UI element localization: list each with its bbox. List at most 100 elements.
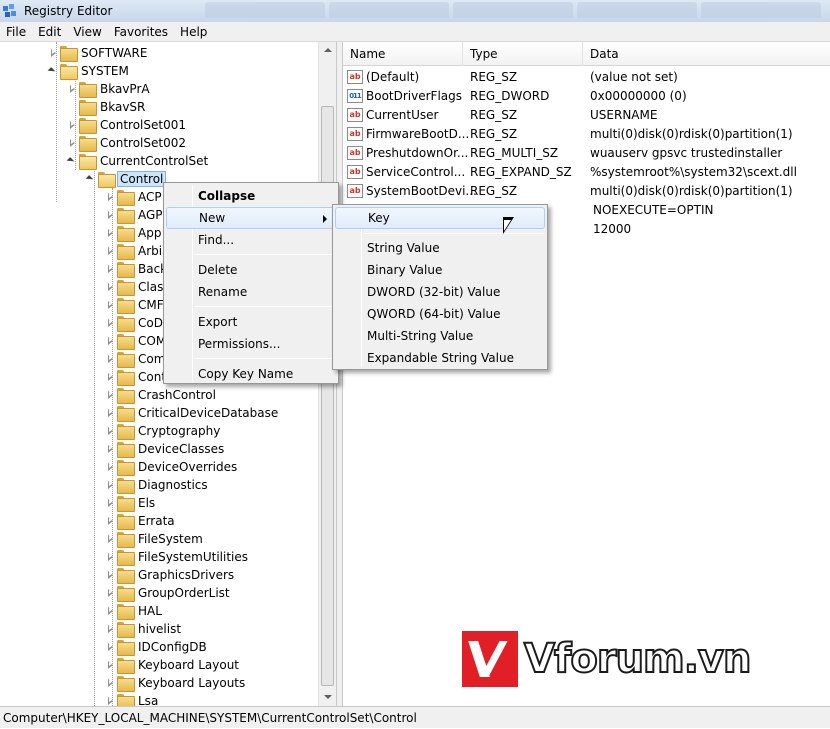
tree-item-subkey[interactable]: Els <box>105 494 157 512</box>
expand-arrow-icon[interactable] <box>105 332 115 350</box>
menu-view[interactable]: View <box>67 25 107 39</box>
column-header-type[interactable]: Type <box>463 42 583 66</box>
menu-item-rename[interactable]: Rename <box>166 281 336 303</box>
menu-help[interactable]: Help <box>174 25 213 39</box>
expand-arrow-icon[interactable] <box>105 548 115 566</box>
tree-item-subkey[interactable]: HAL <box>105 602 164 620</box>
tree-item-controlset002[interactable]: ControlSet002 <box>67 134 188 152</box>
submenu-item-expandable-string-value[interactable]: Expandable String Value <box>335 347 545 369</box>
expand-arrow-icon[interactable] <box>105 656 115 674</box>
submenu-item-string-value[interactable]: String Value <box>335 237 545 259</box>
expand-arrow-icon[interactable] <box>105 638 115 656</box>
value-row[interactable]: 011 BootDriverFlags REG_DWORD 0x00000000 (0… <box>343 87 830 106</box>
tree-item-subkey[interactable]: GraphicsDrivers <box>105 566 236 584</box>
expand-arrow-icon[interactable] <box>48 44 58 62</box>
tree-item-subkey[interactable]: IDConfigDB <box>105 638 209 656</box>
tree-item-bkavsr[interactable]: BkavSR <box>67 98 147 116</box>
collapse-arrow-icon[interactable] <box>86 170 96 188</box>
tree-item-subkey[interactable]: Diagnostics <box>105 476 210 494</box>
scroll-up-arrow-icon[interactable] <box>319 42 336 59</box>
expand-arrow-icon[interactable] <box>105 314 115 332</box>
tree-item-subkey[interactable]: GroupOrderList <box>105 584 232 602</box>
tree-item-control[interactable]: Control <box>86 170 167 188</box>
tree-item-subkey[interactable]: Keyboard Layouts <box>105 674 247 692</box>
tree-item-subkey[interactable]: Cryptography <box>105 422 222 440</box>
expand-arrow-icon[interactable] <box>67 134 77 152</box>
menu-edit[interactable]: Edit <box>32 25 67 39</box>
expand-arrow-icon[interactable] <box>105 224 115 242</box>
tree-item-subkey[interactable]: hivelist <box>105 620 183 638</box>
tree-item-subkey[interactable]: COM <box>105 332 168 350</box>
tree-item-subkey[interactable]: CrashControl <box>105 386 218 404</box>
tree-item-subkey[interactable]: CMF <box>105 296 166 314</box>
menu-item-new[interactable]: New <box>166 207 336 229</box>
expand-arrow-icon[interactable] <box>105 422 115 440</box>
tree-item-subkey[interactable]: FileSystemUtilities <box>105 548 250 566</box>
tree-item-subkey[interactable]: App <box>105 224 163 242</box>
expand-arrow-icon[interactable] <box>105 206 115 224</box>
submenu-item-qword-value[interactable]: QWORD (64-bit) Value <box>335 303 545 325</box>
scroll-down-arrow-icon[interactable] <box>319 689 336 706</box>
expand-arrow-icon[interactable] <box>105 602 115 620</box>
submenu-item-dword-value[interactable]: DWORD (32-bit) Value <box>335 281 545 303</box>
menu-item-find[interactable]: Find... <box>166 229 336 251</box>
tree-item-subkey[interactable]: DeviceClasses <box>105 440 226 458</box>
expand-arrow-icon[interactable] <box>105 188 115 206</box>
expand-arrow-icon[interactable] <box>105 350 115 368</box>
value-row[interactable]: ab CurrentUser REG_SZ USERNAME <box>343 106 830 125</box>
tree-item-subkey[interactable]: FileSystem <box>105 530 205 548</box>
menu-file[interactable]: File <box>0 25 32 39</box>
expand-arrow-icon[interactable] <box>105 458 115 476</box>
menu-item-collapse[interactable]: Collapse <box>166 185 336 207</box>
expand-arrow-icon[interactable] <box>67 80 77 98</box>
value-row[interactable]: ab SystemBootDevi... REG_SZ multi(0)disk(0)… <box>343 182 830 201</box>
expand-arrow-icon[interactable] <box>105 512 115 530</box>
expand-arrow-icon[interactable] <box>105 674 115 692</box>
expand-arrow-icon[interactable] <box>105 584 115 602</box>
expand-arrow-icon[interactable] <box>105 692 115 706</box>
tree-item-subkey[interactable]: Errata <box>105 512 177 530</box>
submenu-item-binary-value[interactable]: Binary Value <box>335 259 545 281</box>
tree-item-subkey[interactable]: ACP <box>105 188 164 206</box>
expand-arrow-icon[interactable] <box>105 476 115 494</box>
expand-arrow-icon[interactable] <box>105 242 115 260</box>
value-row[interactable]: ab (Default) REG_SZ (value not set) <box>343 68 830 87</box>
column-header-data[interactable]: Data <box>583 42 830 66</box>
tree-item-subkey[interactable]: Clas <box>105 278 165 296</box>
expand-arrow-icon[interactable] <box>105 620 115 638</box>
collapse-arrow-icon[interactable] <box>67 152 77 170</box>
collapse-arrow-icon[interactable] <box>48 62 58 80</box>
expand-arrow-icon[interactable] <box>105 278 115 296</box>
tree-item-subkey[interactable]: AGP <box>105 206 165 224</box>
expand-arrow-icon[interactable] <box>105 404 115 422</box>
expand-arrow-icon[interactable] <box>105 530 115 548</box>
tree-item-subkey[interactable]: CoD <box>105 314 165 332</box>
tree-item-controlset001[interactable]: ControlSet001 <box>67 116 188 134</box>
tree-item-system[interactable]: SYSTEM <box>48 62 131 80</box>
tree-item-subkey[interactable]: Lsa <box>105 692 160 706</box>
tree-item-currentcontrolset[interactable]: CurrentControlSet <box>67 152 210 170</box>
column-header-name[interactable]: Name <box>343 42 463 66</box>
expand-arrow-icon[interactable] <box>105 260 115 278</box>
menu-item-permissions[interactable]: Permissions... <box>166 333 336 355</box>
value-list-pane[interactable]: Name Type Data ab (Default) REG_SZ (value n… <box>342 42 830 706</box>
tree-item-subkey[interactable]: Com <box>105 350 167 368</box>
expand-arrow-icon[interactable] <box>105 386 115 404</box>
tree-item-subkey[interactable]: DeviceOverrides <box>105 458 239 476</box>
expand-arrow-icon[interactable] <box>105 368 115 386</box>
menu-item-copy-key-name[interactable]: Copy Key Name <box>166 363 336 385</box>
menu-favorites[interactable]: Favorites <box>108 25 174 39</box>
submenu-item-multi-string-value[interactable]: Multi-String Value <box>335 325 545 347</box>
expand-arrow-icon[interactable] <box>105 440 115 458</box>
expand-arrow-icon[interactable] <box>105 494 115 512</box>
expand-arrow-icon[interactable] <box>67 116 77 134</box>
value-row[interactable]: ab PreshutdownOr... REG_MULTI_SZ wuauserv g… <box>343 144 830 163</box>
tree-item-subkey[interactable]: Keyboard Layout <box>105 656 241 674</box>
tree-item-subkey[interactable]: Arbi <box>105 242 164 260</box>
expand-arrow-icon[interactable] <box>105 566 115 584</box>
tree-item-subkey[interactable]: Cont <box>105 368 168 386</box>
menu-item-export[interactable]: Export <box>166 311 336 333</box>
tree-item-subkey[interactable]: CriticalDeviceDatabase <box>105 404 280 422</box>
value-row[interactable]: ab FirmwareBootD... REG_SZ multi(0)disk(0)r… <box>343 125 830 144</box>
tree-item-subkey[interactable]: Back <box>105 260 169 278</box>
